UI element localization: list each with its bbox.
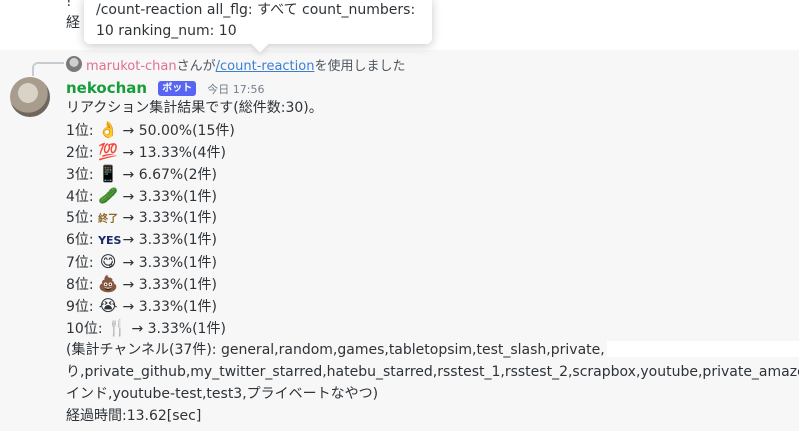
- result-row: 2位: 💯 → 13.33%(4件): [66, 141, 799, 163]
- result-value: → 13.33%(4件): [122, 145, 226, 161]
- result-row: 10位: 🍴 → 3.33%(1件): [66, 317, 799, 339]
- result-row: 3位: 📱 → 6.67%(2件): [66, 163, 799, 185]
- result-row: 1位: 👌 → 50.00%(15件): [66, 119, 799, 141]
- rank-label: 7位:: [66, 255, 94, 271]
- reply-connector-text: さんが: [176, 59, 216, 74]
- channels-line: (集計チャンネル(37件): general,random,games,tabl…: [66, 339, 799, 361]
- command-usage-reference: marukot-chanさんが/count-reactionを使用しました: [86, 55, 405, 74]
- summary-line: リアクション集計結果です(総件数:30)。: [66, 100, 323, 116]
- previous-message-text: !: [66, 0, 72, 10]
- result-row: 7位: 😋 → 3.33%(1件): [66, 251, 799, 273]
- result-value: → 3.33%(1件): [122, 189, 218, 205]
- result-row: 9位: 😭 → 3.33%(1件): [66, 295, 799, 317]
- rank-label: 4位:: [66, 189, 94, 205]
- rank-label: 3位:: [66, 167, 94, 183]
- result-value: → 3.33%(1件): [122, 255, 218, 271]
- reply-suffix-text: を使用しました: [314, 59, 406, 74]
- fork-and-knife-emoji-icon[interactable]: 🍴: [107, 317, 127, 339]
- ok-hand-emoji-icon[interactable]: 👌: [98, 119, 118, 141]
- previous-message-text: 経: [66, 15, 80, 31]
- result-value: → 3.33%(1件): [122, 210, 218, 226]
- reply-connector-line: [32, 62, 64, 76]
- rank-label: 6位:: [66, 232, 94, 248]
- rank-label: 1位:: [66, 123, 94, 139]
- channels-line: り,private_github,my_twitter_starred,hate…: [66, 364, 799, 380]
- result-value: → 3.33%(1件): [131, 321, 226, 337]
- savoring-food-emoji-icon[interactable]: 😋: [98, 251, 118, 273]
- mobile-phone-emoji-icon[interactable]: 📱: [98, 163, 118, 185]
- cucumber-emoji-icon[interactable]: 🥒: [98, 185, 118, 207]
- result-row: 5位: 終了 → 3.33%(1件): [66, 207, 799, 229]
- result-value: → 3.33%(1件): [122, 277, 218, 293]
- rank-label: 5位:: [66, 210, 94, 226]
- crying-face-emoji-icon[interactable]: 😭: [98, 295, 118, 317]
- custom-yes-emoji-icon[interactable]: YES: [98, 230, 121, 251]
- bot-avatar[interactable]: [10, 77, 50, 117]
- author-name[interactable]: nekochan: [66, 79, 147, 97]
- reply-username[interactable]: marukot-chan: [86, 59, 177, 74]
- result-value: → 3.33%(1件): [122, 232, 218, 248]
- result-value: → 50.00%(15件): [122, 123, 235, 139]
- redacted-block: [606, 341, 799, 357]
- pile-of-poo-emoji-icon[interactable]: 💩: [98, 273, 118, 295]
- rank-label: 10位:: [66, 321, 103, 337]
- result-value: → 6.67%(2件): [122, 167, 218, 183]
- tooltip-line-1: /count-reaction all_flg: すべて count_numbe…: [96, 2, 416, 18]
- result-row: 6位: YES → 3.33%(1件): [66, 229, 799, 251]
- rank-label: 2位:: [66, 145, 94, 161]
- message-content: リアクション集計結果です(総件数:30)。 1位: 👌 → 50.00%(15件…: [66, 97, 799, 427]
- bot-badge: ボット: [158, 81, 197, 96]
- message-timestamp[interactable]: 今日 17:56: [207, 83, 264, 96]
- rank-label: 8位:: [66, 277, 94, 293]
- result-row: 4位: 🥒 → 3.33%(1件): [66, 185, 799, 207]
- channels-line: インド,youtube-test,test3,プライベートなやつ): [66, 386, 379, 402]
- command-tooltip: /count-reaction all_flg: すべて count_numbe…: [84, 0, 432, 53]
- custom-end-emoji-icon[interactable]: 終了: [98, 209, 118, 229]
- hundred-points-emoji-icon[interactable]: 💯: [98, 141, 118, 163]
- rank-label: 9位:: [66, 299, 94, 315]
- result-row: 8位: 💩 → 3.33%(1件): [66, 273, 799, 295]
- result-value: → 3.33%(1件): [122, 299, 218, 315]
- reply-user-avatar[interactable]: [66, 56, 82, 72]
- message-header: nekochan ボット 今日 17:56: [66, 78, 265, 97]
- command-link[interactable]: /count-reaction: [216, 59, 315, 74]
- elapsed-time: 経過時間:13.62[sec]: [66, 408, 202, 424]
